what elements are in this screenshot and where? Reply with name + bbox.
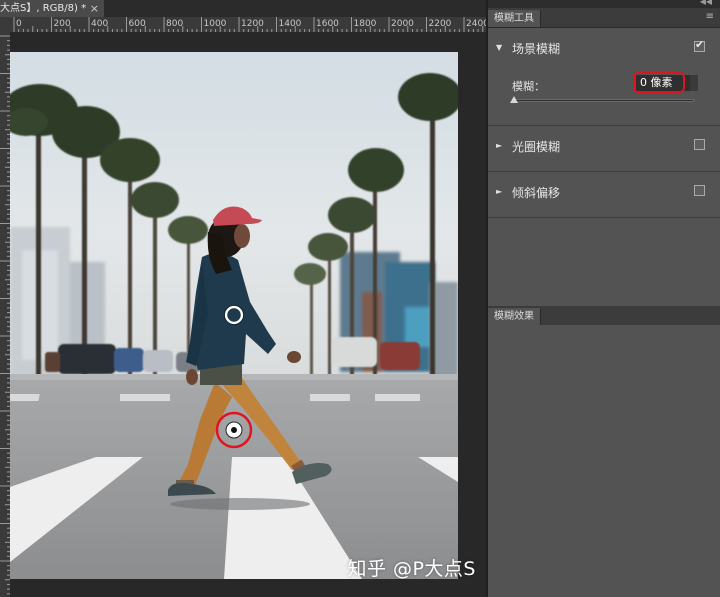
document-tab-title: 大点S】, RGB/8) * (0, 3, 87, 14)
document-tab[interactable]: 大点S】, RGB/8) * × (0, 0, 104, 17)
ruler-label: 200 (54, 19, 71, 29)
blur-effects-tabstrip: 模糊效果 (488, 306, 720, 326)
blur-amount-label: 模糊： (512, 80, 545, 93)
close-icon[interactable]: × (90, 0, 99, 17)
tab-blur-effects[interactable]: 模糊效果 (488, 308, 541, 325)
section-title[interactable]: 倾斜偏移 (512, 184, 560, 201)
horizontal-ruler[interactable]: 0 200 400 600 800 1000 1200 1400 1600 1800 2000 220… (10, 17, 486, 32)
blur-amount-spinner[interactable] (690, 75, 698, 91)
blur-slider-thumb[interactable] (510, 96, 518, 103)
ruler-label: 400 (91, 19, 108, 29)
ruler-label: 600 (129, 19, 146, 29)
tilt-shift-checkbox[interactable] (694, 185, 705, 196)
ruler-label: 1400 (279, 19, 302, 29)
tab-blur-tools[interactable]: 模糊工具 (488, 10, 541, 27)
panel-menu-icon[interactable]: ≡ (706, 11, 714, 22)
watermark-text: 知乎 @P大点S (347, 558, 476, 580)
collapsed-arrow-icon[interactable]: ► (496, 187, 502, 196)
ruler-label: 1000 (204, 19, 227, 29)
ruler-label: 1200 (241, 19, 264, 29)
blur-tools-tabstrip: 模糊工具 ≡ (488, 8, 720, 28)
canvas-area[interactable]: 知乎 @P大点S (10, 32, 486, 597)
iris-blur-checkbox[interactable] (694, 139, 705, 150)
panel-header: ◀◀ (488, 0, 720, 8)
blur-gallery-panel: ◀◀ 模糊工具 ≡ ▼ 场景模糊 模糊： 0 像素 ► 光圈模糊 ► 倾斜偏移 … (488, 0, 720, 597)
section-title[interactable]: 场景模糊 (512, 40, 560, 57)
ruler-label: 2000 (391, 19, 414, 29)
collapse-panel-icon[interactable]: ◀◀ (700, 0, 712, 6)
section-iris-blur: ► 光圈模糊 (488, 126, 720, 172)
vertical-ruler[interactable] (0, 32, 10, 597)
photo-canvas[interactable] (10, 52, 458, 579)
section-field-blur: ▼ 场景模糊 模糊： 0 像素 (488, 28, 720, 126)
highlight-box (633, 72, 685, 93)
collapsed-arrow-icon[interactable]: ► (496, 141, 502, 150)
blur-effects-body (488, 325, 720, 597)
ruler-label: 800 (166, 19, 183, 29)
ruler-label: 2200 (429, 19, 452, 29)
field-blur-checkbox[interactable] (694, 38, 705, 52)
ruler-label: 0 (16, 19, 22, 29)
expanded-arrow-icon[interactable]: ▼ (496, 43, 502, 52)
ruler-corner (0, 17, 10, 32)
blur-slider-track[interactable] (514, 99, 694, 102)
ruler-label: 1600 (316, 19, 339, 29)
section-tilt-shift: ► 倾斜偏移 (488, 172, 720, 218)
section-title[interactable]: 光圈模糊 (512, 138, 560, 155)
document-tab-bar: 大点S】, RGB/8) * × (0, 0, 486, 17)
ruler-label: 2400 (466, 19, 486, 29)
ruler-label: 1800 (354, 19, 377, 29)
